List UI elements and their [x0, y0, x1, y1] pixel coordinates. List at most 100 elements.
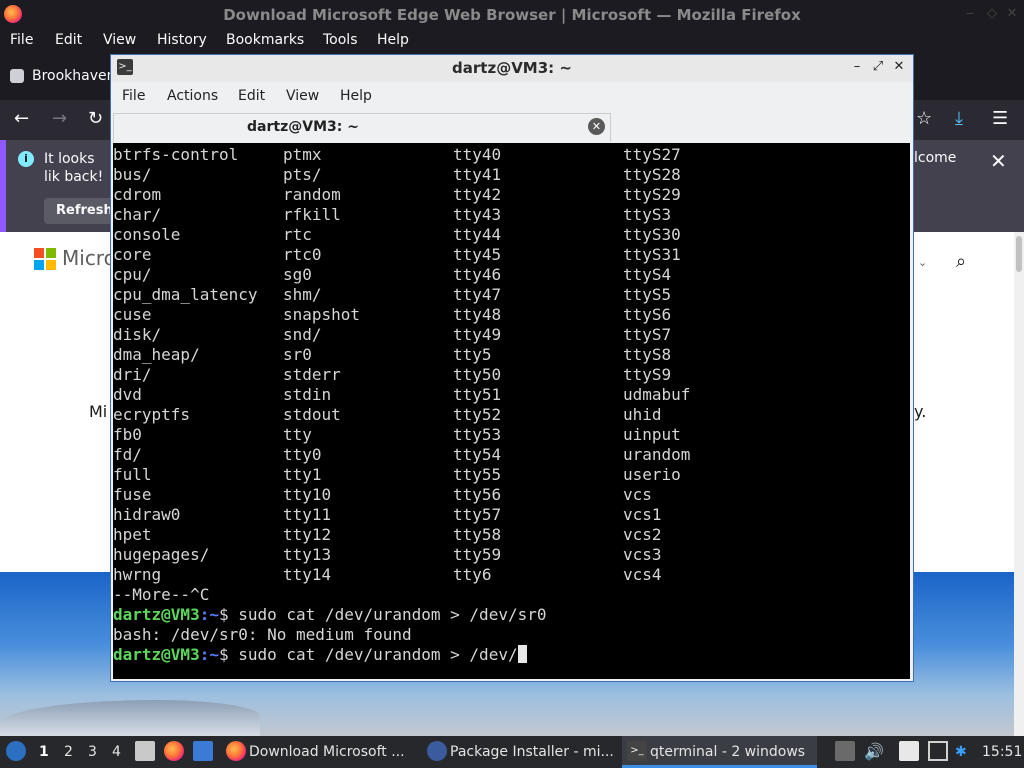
menu-view[interactable]: View — [286, 88, 319, 104]
maximize-icon[interactable]: ◇ — [984, 6, 1000, 22]
tab-brookhaven[interactable]: Brookhaven — [32, 68, 116, 84]
listing-row: hugepages/tty13 tty59 vcs3 — [113, 545, 903, 565]
listing-entry: stdout — [283, 405, 341, 424]
qterminal-menubar: File Actions Edit View Help — [111, 82, 913, 112]
listing-entry: tty46 — [453, 265, 502, 284]
back-icon[interactable]: ← — [14, 108, 29, 129]
bluetooth-icon[interactable]: ✱ — [955, 744, 967, 760]
maximize-icon[interactable]: ⤢ — [871, 59, 885, 75]
workspace-1[interactable]: 1 — [39, 744, 49, 760]
file-manager-icon[interactable] — [135, 741, 155, 761]
terminal-app-icon: >_ — [117, 59, 133, 75]
refresh-button[interactable]: Refresh — [44, 198, 114, 224]
listing-entry: hugepages/ — [113, 545, 210, 564]
start-menu-icon[interactable] — [6, 741, 26, 761]
reload-icon[interactable]: ↻ — [88, 108, 103, 129]
task-package-installer[interactable]: Package Installer - mi... — [450, 744, 614, 760]
close-icon[interactable]: ✕ — [1004, 6, 1020, 22]
listing-entry: ttyS8 — [623, 345, 672, 364]
listing-entry: tty40 — [453, 145, 502, 164]
scrollbar-thumb[interactable] — [1016, 236, 1022, 272]
listing-entry: sr0 — [283, 345, 312, 364]
listing-row: cpu_dma_latency shm/tty47 ttyS5 — [113, 285, 903, 305]
task-qterminal[interactable]: qterminal - 2 windows — [650, 744, 805, 760]
listing-row: cpu/sg0 tty46 ttyS4 — [113, 265, 903, 285]
clock[interactable]: 15:51 — [982, 744, 1022, 760]
show-desktop-icon[interactable] — [193, 741, 213, 761]
firefox-task-icon — [226, 741, 246, 761]
listing-entry: ttyS29 — [623, 185, 681, 204]
bookmark-star-icon[interactable]: ☆ — [916, 108, 932, 129]
menu-view[interactable]: View — [103, 32, 136, 48]
network-icon[interactable] — [928, 741, 948, 761]
menu-file[interactable]: File — [122, 88, 145, 104]
menu-history[interactable]: History — [157, 32, 207, 48]
workspace-4[interactable]: 4 — [112, 744, 121, 760]
minimize-icon[interactable]: ‒ — [962, 6, 978, 22]
listing-row: dri/stderr tty50 ttyS9 — [113, 365, 903, 385]
task-firefox[interactable]: Download Microsoft ... — [249, 744, 405, 760]
command-input[interactable]: sudo cat /dev/urandom > /dev/ — [238, 645, 517, 664]
hamburger-menu-icon[interactable]: ☰ — [992, 108, 1008, 129]
menu-bookmarks[interactable]: Bookmarks — [226, 32, 304, 48]
notes-icon[interactable] — [899, 741, 919, 761]
info-icon: i — [18, 151, 34, 167]
listing-entry: vcs4 — [623, 565, 662, 584]
listing-entry: cpu/ — [113, 265, 152, 284]
notification-text-right: lcome — [914, 150, 957, 166]
firefox-logo-icon — [4, 5, 22, 23]
listing-entry: tty41 — [453, 165, 502, 184]
listing-entry: uhid — [623, 405, 662, 424]
terminal-tab-label: dartz@VM3: ~ — [247, 119, 359, 135]
listing-entry: tty43 — [453, 205, 502, 224]
close-icon[interactable]: ✕ — [892, 59, 906, 75]
menu-help[interactable]: Help — [377, 32, 409, 48]
microsoft-logo-icon[interactable] — [34, 248, 56, 270]
error-line: bash: /dev/sr0: No medium found — [113, 625, 412, 644]
listing-row: fb0 tty tty53 uinput — [113, 425, 903, 445]
prompt-symbol: $ — [218, 605, 239, 624]
menu-edit[interactable]: Edit — [238, 88, 265, 104]
listing-entry: tty47 — [453, 285, 502, 304]
volume-icon[interactable]: 🔊 — [864, 742, 884, 761]
listing-row: hwrng tty14 tty6 vcs4 — [113, 565, 903, 585]
tab-close-icon[interactable]: ✕ — [588, 118, 605, 135]
search-icon[interactable]: ⌕ — [956, 251, 966, 272]
workspace-2[interactable]: 2 — [64, 744, 73, 760]
listing-entry: shm/ — [283, 285, 322, 304]
qterminal-titlebar[interactable]: dartz@VM3: ~ — [111, 55, 913, 82]
menu-file[interactable]: File — [10, 32, 33, 48]
firefox-window-title: Download Microsoft Edge Web Browser | Mi… — [223, 6, 801, 24]
menu-actions[interactable]: Actions — [167, 88, 218, 104]
listing-entry: tty52 — [453, 405, 502, 424]
clipboard-icon[interactable] — [835, 741, 855, 761]
command-text: sudo cat /dev/urandom > /dev/sr0 — [238, 605, 547, 624]
scrollbar[interactable] — [1014, 232, 1024, 736]
workspace-3[interactable]: 3 — [88, 744, 97, 760]
firefox-launcher-icon[interactable] — [164, 741, 184, 761]
firefox-menubar: File Edit View History Bookmarks Tools H… — [0, 29, 1024, 53]
close-icon[interactable]: ✕ — [990, 149, 1007, 173]
listing-entry: tty10 — [283, 485, 332, 504]
terminal-output[interactable]: btrfs-control ptmx tty40 ttyS27 bus/pts/tty4… — [113, 143, 910, 679]
downloads-icon[interactable]: ⤓ — [955, 108, 963, 129]
listing-row: bus/pts/tty41 ttyS28 — [113, 165, 903, 185]
firefox-titlebar[interactable]: Download Microsoft Edge Web Browser | Mi… — [0, 0, 1024, 29]
page-body-text: Mi — [89, 402, 108, 421]
listing-row: fd/tty0 tty54 urandom — [113, 445, 903, 465]
menu-edit[interactable]: Edit — [55, 32, 82, 48]
forward-icon[interactable]: → — [52, 108, 67, 129]
page-body-text: y. — [914, 402, 927, 421]
menu-tools[interactable]: Tools — [323, 32, 358, 48]
listing-entry: ttyS30 — [623, 225, 681, 244]
text-cursor — [517, 645, 527, 663]
listing-row: btrfs-control ptmx tty40 ttyS27 — [113, 145, 903, 165]
listing-row: char/rfkill tty43 ttyS3 — [113, 205, 903, 225]
minimize-icon[interactable]: – — [850, 59, 864, 75]
menu-help[interactable]: Help — [340, 88, 372, 104]
chevron-down-icon[interactable]: ⌄ — [918, 256, 927, 269]
listing-row: dvd stdin tty51 udmabuf — [113, 385, 903, 405]
listing-entry: ttyS7 — [623, 325, 672, 344]
listing-row: core rtc0 tty45 ttyS31 — [113, 245, 903, 265]
listing-entry: pts/ — [283, 165, 322, 184]
